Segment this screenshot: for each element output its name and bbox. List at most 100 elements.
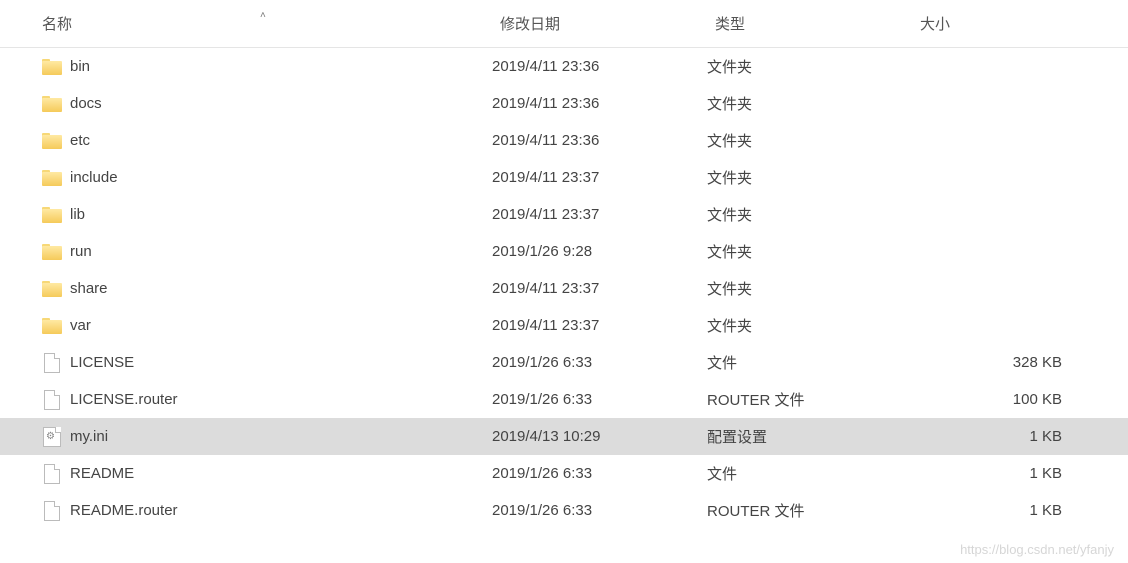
folder-icon: [42, 207, 62, 223]
folder-icon: [42, 96, 62, 112]
file-size-cell: [912, 122, 1072, 159]
file-name-label: var: [70, 317, 91, 334]
file-type-cell: 配置设置: [707, 418, 912, 455]
file-row[interactable]: LICENSE.router 2019/1/26 6:33ROUTER 文件100…: [0, 381, 1128, 418]
file-row[interactable]: run2019/1/26 9:28文件夹: [0, 233, 1128, 270]
file-type-cell: 文件夹: [707, 196, 912, 233]
file-name-label: bin: [70, 58, 90, 75]
file-list: 名称 ˄ 修改日期 类型 大小 bin2019/4/11 23:36文件夹doc…: [0, 0, 1128, 529]
column-header-name-label: 名称: [42, 13, 72, 34]
file-row[interactable]: etc 2019/4/11 23:36文件夹: [0, 122, 1128, 159]
file-type-cell: 文件: [707, 344, 912, 381]
file-row[interactable]: share 2019/4/11 23:37文件夹: [0, 270, 1128, 307]
file-row[interactable]: README2019/1/26 6:33文件1 KB: [0, 455, 1128, 492]
file-size-cell: [912, 48, 1072, 85]
file-name-label: LICENSE: [70, 354, 134, 371]
column-header-type[interactable]: 类型: [707, 0, 912, 47]
file-name-label: include: [70, 169, 118, 186]
file-type-cell: 文件: [707, 455, 912, 492]
file-size-cell: 1 KB: [912, 418, 1072, 455]
folder-icon: [42, 244, 62, 260]
column-header-row: 名称 ˄ 修改日期 类型 大小: [0, 0, 1128, 48]
file-row[interactable]: LICENSE 2019/1/26 6:33文件328 KB: [0, 344, 1128, 381]
file-date-cell: 2019/4/11 23:37: [492, 270, 707, 307]
file-row[interactable]: include 2019/4/11 23:37文件夹: [0, 159, 1128, 196]
file-type-cell: 文件夹: [707, 307, 912, 344]
file-name-cell: lib: [42, 196, 492, 233]
folder-icon: [42, 318, 62, 334]
file-type-cell: 文件夹: [707, 48, 912, 85]
file-row[interactable]: lib 2019/4/11 23:37文件夹: [0, 196, 1128, 233]
file-size-cell: [912, 85, 1072, 122]
file-type-cell: 文件夹: [707, 85, 912, 122]
file-name-label: README.router: [70, 502, 178, 519]
file-date-cell: 2019/1/26 6:33: [492, 455, 707, 492]
file-date-cell: 2019/4/11 23:36: [492, 85, 707, 122]
file-icon: [44, 390, 60, 410]
file-name-label: my.ini: [70, 428, 108, 445]
file-date-cell: 2019/1/26 9:28: [492, 233, 707, 270]
file-type-cell: 文件夹: [707, 159, 912, 196]
file-name-cell: LICENSE.router: [42, 381, 492, 418]
column-header-date[interactable]: 修改日期: [492, 0, 707, 47]
file-date-cell: 2019/4/11 23:37: [492, 307, 707, 344]
file-row[interactable]: docs 2019/4/11 23:36文件夹: [0, 85, 1128, 122]
file-size-cell: [912, 159, 1072, 196]
file-name-label: etc: [70, 132, 90, 149]
file-type-cell: 文件夹: [707, 233, 912, 270]
column-header-size[interactable]: 大小: [912, 0, 1112, 47]
file-date-cell: 2019/1/26 6:33: [492, 492, 707, 529]
file-name-cell: run: [42, 233, 492, 270]
file-date-cell: 2019/4/11 23:36: [492, 48, 707, 85]
sort-ascending-icon: ˄: [260, 10, 266, 21]
file-rows-container: bin2019/4/11 23:36文件夹docs2019/4/11 23:36…: [0, 48, 1128, 529]
file-name-cell: var: [42, 307, 492, 344]
file-name-label: LICENSE.router: [70, 391, 178, 408]
file-name-cell: include: [42, 159, 492, 196]
file-icon: [44, 464, 60, 484]
file-size-cell: [912, 270, 1072, 307]
file-name-label: docs: [70, 95, 102, 112]
file-icon: [44, 501, 60, 521]
file-name-label: README: [70, 465, 134, 482]
file-row[interactable]: my.ini 2019/4/13 10:29配置设置1 KB: [0, 418, 1128, 455]
file-name-label: share: [70, 280, 108, 297]
file-name-cell: etc: [42, 122, 492, 159]
file-size-cell: 100 KB: [912, 381, 1072, 418]
file-type-cell: ROUTER 文件: [707, 381, 912, 418]
watermark-text: https://blog.csdn.net/yfanjy: [960, 542, 1114, 557]
file-date-cell: 2019/1/26 6:33: [492, 381, 707, 418]
file-name-cell: README: [42, 455, 492, 492]
settings-file-icon: [43, 427, 61, 447]
file-date-cell: 2019/1/26 6:33: [492, 344, 707, 381]
file-size-cell: 328 KB: [912, 344, 1072, 381]
file-name-cell: README.router: [42, 492, 492, 529]
file-name-label: lib: [70, 206, 85, 223]
file-size-cell: [912, 196, 1072, 233]
file-date-cell: 2019/4/11 23:37: [492, 159, 707, 196]
column-header-size-label: 大小: [920, 13, 950, 34]
column-header-date-label: 修改日期: [500, 13, 560, 34]
file-row[interactable]: var 2019/4/11 23:37文件夹: [0, 307, 1128, 344]
file-type-cell: 文件夹: [707, 270, 912, 307]
folder-icon: [42, 133, 62, 149]
column-header-type-label: 类型: [715, 13, 745, 34]
column-header-name[interactable]: 名称 ˄: [0, 0, 492, 47]
folder-icon: [42, 281, 62, 297]
folder-icon: [42, 59, 62, 75]
file-date-cell: 2019/4/11 23:36: [492, 122, 707, 159]
file-name-cell: docs: [42, 85, 492, 122]
file-type-cell: ROUTER 文件: [707, 492, 912, 529]
file-row[interactable]: bin 2019/4/11 23:36文件夹: [0, 48, 1128, 85]
file-row[interactable]: README.router 2019/1/26 6:33ROUTER 文件1 KB: [0, 492, 1128, 529]
file-name-cell: share: [42, 270, 492, 307]
folder-icon: [42, 170, 62, 186]
file-size-cell: [912, 233, 1072, 270]
file-type-cell: 文件夹: [707, 122, 912, 159]
file-date-cell: 2019/4/13 10:29: [492, 418, 707, 455]
file-date-cell: 2019/4/11 23:37: [492, 196, 707, 233]
file-icon: [44, 353, 60, 373]
file-name-cell: my.ini: [42, 418, 492, 455]
file-name-cell: LICENSE: [42, 344, 492, 381]
file-size-cell: 1 KB: [912, 492, 1072, 529]
